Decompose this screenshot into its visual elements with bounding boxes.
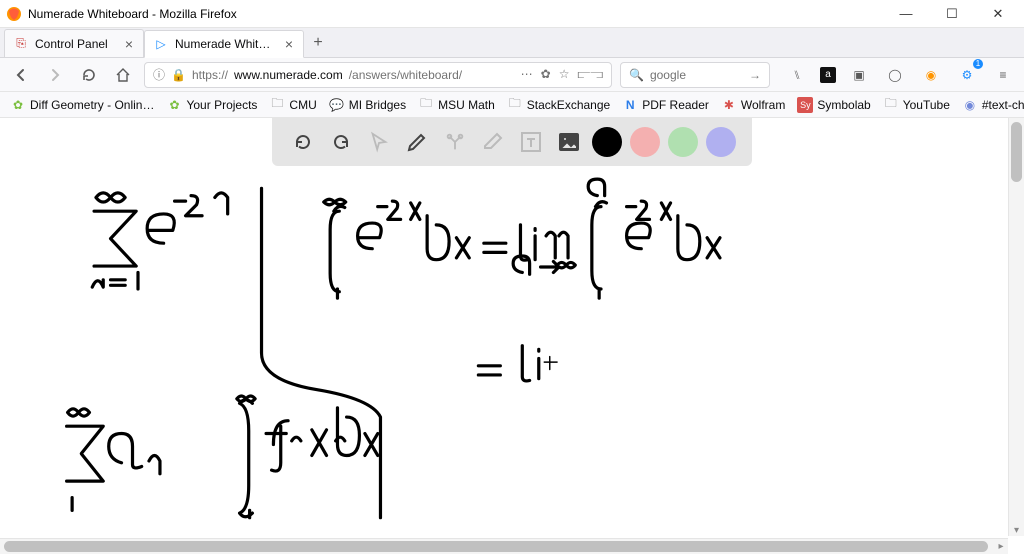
page-content: ▾ bbox=[0, 118, 1024, 536]
search-placeholder: google bbox=[650, 68, 743, 82]
bookmark-your-projects[interactable]: ✿Your Projects bbox=[166, 97, 257, 113]
n-icon: N bbox=[622, 97, 638, 113]
ef-icon: ✿ bbox=[166, 97, 182, 113]
window-minimize-button[interactable]: — bbox=[892, 4, 920, 24]
tab-close-icon[interactable]: × bbox=[123, 36, 135, 52]
undo-button[interactable] bbox=[288, 127, 318, 157]
handwriting-layer bbox=[0, 170, 1008, 536]
search-icon: 🔍 bbox=[629, 68, 644, 82]
tab-favicon: ▷ bbox=[153, 36, 169, 52]
redo-button[interactable] bbox=[326, 127, 356, 157]
discord-icon: ◉ bbox=[962, 97, 978, 113]
bookmark-wolfram[interactable]: ✱Wolfram bbox=[721, 97, 785, 113]
bookmark-msu-math[interactable]: 🗀MSU Math bbox=[418, 97, 495, 113]
bookmark-mi-bridges[interactable]: 💬MI Bridges bbox=[329, 97, 406, 113]
search-go-icon[interactable]: → bbox=[749, 68, 761, 82]
url-scheme: https:// bbox=[192, 68, 228, 82]
pen-tool[interactable] bbox=[402, 127, 432, 157]
back-button[interactable] bbox=[8, 62, 34, 88]
tab-label: Control Panel bbox=[35, 37, 117, 51]
bookmark-diff-geometry[interactable]: ✿Diff Geometry - Onlin… bbox=[10, 97, 154, 113]
url-host: www.numerade.com bbox=[234, 68, 343, 82]
whiteboard-toolbar bbox=[272, 118, 752, 166]
bookmark-text-chat[interactable]: ◉#text-chat bbox=[962, 97, 1024, 113]
url-path: /answers/whiteboard/ bbox=[349, 68, 462, 82]
folder-icon: 🗀 bbox=[269, 97, 285, 113]
folder-icon: 🗀 bbox=[883, 97, 899, 113]
vertical-scrollbar[interactable]: ▾ bbox=[1008, 118, 1024, 536]
tab-control-panel[interactable]: ⎘ Control Panel × bbox=[4, 29, 144, 57]
window-title: Numerade Whiteboard - Mozilla Firefox bbox=[28, 7, 237, 21]
extension-icon-3[interactable]: ⚙1 bbox=[954, 62, 980, 88]
bookmarks-bar: ✿Diff Geometry - Onlin… ✿Your Projects 🗀… bbox=[0, 92, 1024, 118]
color-blue[interactable] bbox=[706, 127, 736, 157]
tab-numerade-whiteboard[interactable]: ▷ Numerade Whiteboard × bbox=[144, 30, 304, 58]
url-more-icon[interactable]: ⋯ bbox=[521, 67, 533, 82]
reader-icon[interactable]: ✿ bbox=[541, 67, 551, 82]
knot-icon: ✱ bbox=[721, 97, 737, 113]
amazon-icon[interactable]: a bbox=[820, 67, 836, 83]
window-maximize-button[interactable]: ☐ bbox=[938, 4, 966, 24]
text-tool[interactable] bbox=[516, 127, 546, 157]
tab-close-icon[interactable]: × bbox=[283, 36, 295, 52]
window-close-button[interactable]: ✕ bbox=[984, 4, 1012, 24]
url-bar[interactable]: ⓘ 🔒 https:// www.numerade.com/answers/whi… bbox=[144, 62, 612, 88]
search-bar[interactable]: 🔍 google → bbox=[620, 62, 770, 88]
forward-button[interactable] bbox=[42, 62, 68, 88]
bookmark-star-icon[interactable]: ☆ bbox=[559, 67, 570, 82]
folder-icon: 🗀 bbox=[507, 97, 523, 113]
whiteboard-canvas[interactable] bbox=[0, 170, 1008, 536]
scroll-down-icon[interactable]: ▾ bbox=[1009, 525, 1024, 536]
lock-icon: 🔒 bbox=[171, 68, 186, 82]
scroll-right-icon[interactable]: ▸ bbox=[994, 539, 1008, 554]
bookmark-stackexchange[interactable]: 🗀StackExchange bbox=[507, 97, 610, 113]
sy-icon: Sy bbox=[797, 97, 813, 113]
tab-favicon: ⎘ bbox=[13, 36, 29, 52]
window-titlebar: Numerade Whiteboard - Mozilla Firefox — … bbox=[0, 0, 1024, 28]
sidebar-icon[interactable]: ▣ bbox=[846, 62, 872, 88]
ef-icon: ✿ bbox=[10, 97, 26, 113]
cursor-tool[interactable] bbox=[364, 127, 394, 157]
chat-icon: 💬 bbox=[329, 97, 345, 113]
firefox-icon bbox=[6, 6, 22, 22]
bookmark-youtube[interactable]: 🗀YouTube bbox=[883, 97, 950, 113]
bookmark-symbolab[interactable]: SySymbolab bbox=[797, 97, 870, 113]
menu-button[interactable]: ≡ bbox=[990, 62, 1016, 88]
folder-icon: 🗀 bbox=[418, 97, 434, 113]
home-button[interactable] bbox=[110, 62, 136, 88]
site-info-icon[interactable]: ⓘ bbox=[153, 66, 165, 83]
browser-tabstrip: ⎘ Control Panel × ▷ Numerade Whiteboard … bbox=[0, 28, 1024, 58]
tab-label: Numerade Whiteboard bbox=[175, 37, 277, 51]
extension-icon-2[interactable]: ◉ bbox=[918, 62, 944, 88]
library-icon[interactable]: ⑊ bbox=[784, 62, 810, 88]
send-tab-icon[interactable]: ⫍⫎ bbox=[577, 67, 603, 82]
color-red[interactable] bbox=[630, 127, 660, 157]
color-black[interactable] bbox=[592, 127, 622, 157]
color-green[interactable] bbox=[668, 127, 698, 157]
tools-menu[interactable] bbox=[440, 127, 470, 157]
scrollbar-thumb[interactable] bbox=[4, 541, 988, 552]
bookmark-pdf-reader[interactable]: NPDF Reader bbox=[622, 97, 709, 113]
bookmark-cmu[interactable]: 🗀CMU bbox=[269, 97, 316, 113]
browser-navbar: ⓘ 🔒 https:// www.numerade.com/answers/whi… bbox=[0, 58, 1024, 92]
horizontal-scrollbar[interactable]: ▸ bbox=[0, 538, 1008, 554]
eraser-tool[interactable] bbox=[478, 127, 508, 157]
image-tool[interactable] bbox=[554, 127, 584, 157]
scrollbar-thumb[interactable] bbox=[1011, 122, 1022, 182]
new-tab-button[interactable]: + bbox=[304, 29, 332, 57]
reload-button[interactable] bbox=[76, 62, 102, 88]
extension-icon-1[interactable]: ◯ bbox=[882, 62, 908, 88]
